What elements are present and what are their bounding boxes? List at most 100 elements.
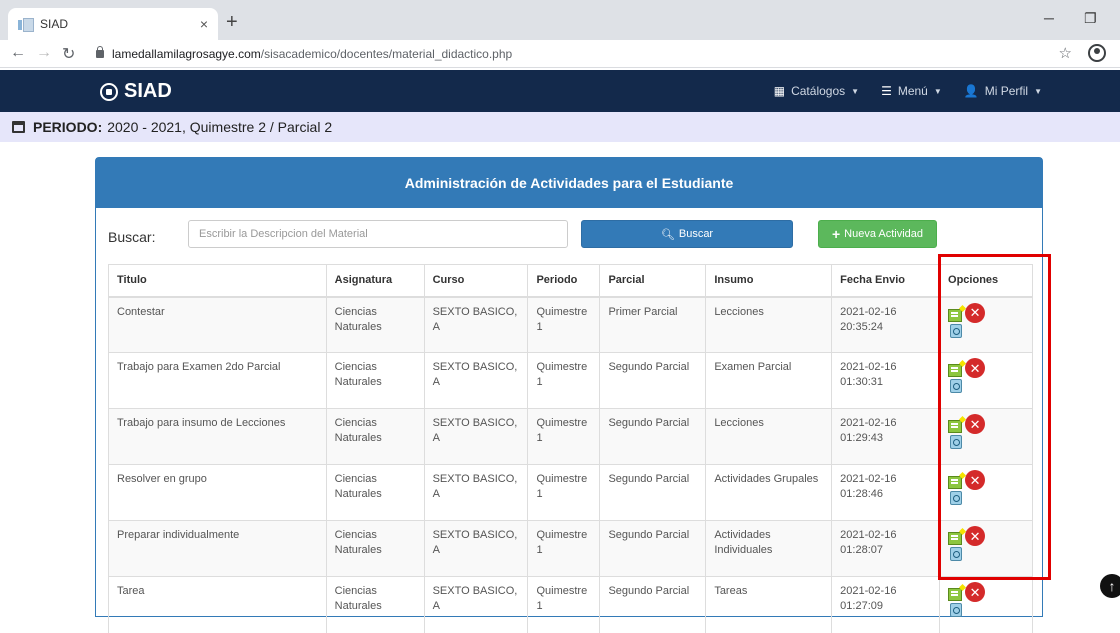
- profile-icon[interactable]: [1088, 44, 1106, 62]
- col-periodo[interactable]: Periodo: [527, 264, 600, 298]
- cell-insumo: Examen Parcial: [705, 352, 832, 409]
- cell-insumo: Tareas: [705, 576, 832, 633]
- period-label: PERIODO:: [33, 119, 103, 135]
- search-input[interactable]: [188, 220, 568, 248]
- cell-opciones: ✕: [939, 464, 1033, 521]
- menu-dropdown[interactable]: ☰ Menú ▼: [881, 84, 942, 98]
- cell-parcial: Primer Parcial: [599, 296, 706, 353]
- plus-icon: +: [831, 226, 841, 242]
- col-insumo[interactable]: Insumo: [705, 264, 832, 298]
- search-button[interactable]: 🔍︎ Buscar: [581, 220, 793, 248]
- edit-icon[interactable]: [948, 308, 963, 322]
- cell-periodo: Quimestre 1: [527, 296, 600, 353]
- delete-icon[interactable]: ✕: [965, 582, 986, 602]
- caret-down-icon: ▼: [933, 86, 942, 96]
- cell-periodo: Quimestre 1: [527, 408, 600, 465]
- brand-name: SIAD: [124, 80, 172, 102]
- cell-asignatura: Ciencias Naturales: [325, 520, 425, 577]
- cell-parcial: Segundo Parcial: [599, 464, 706, 521]
- cell-curso: SEXTO BASICO, A: [423, 296, 528, 353]
- col-fecha[interactable]: Fecha Envio: [831, 264, 940, 298]
- cell-insumo: Lecciones: [705, 296, 832, 353]
- scroll-top-icon[interactable]: ↑: [1100, 574, 1120, 598]
- search-row: Buscar: 🔍︎ Buscar + Nueva Actividad: [108, 220, 1028, 250]
- browser-tab[interactable]: SIAD ×: [8, 8, 218, 40]
- grid-icon: ▦: [773, 84, 786, 98]
- lock-icon: [96, 46, 104, 58]
- cell-parcial: Segundo Parcial: [599, 408, 706, 465]
- cell-fecha: 2021-02-16 01:30:31: [831, 352, 940, 409]
- col-asignatura[interactable]: Asignatura: [325, 264, 425, 298]
- tab-title: SIAD: [40, 17, 69, 31]
- edit-icon[interactable]: [948, 476, 963, 489]
- search-label: Buscar:: [108, 229, 156, 245]
- edit-icon[interactable]: [948, 588, 963, 601]
- list-icon: ☰: [881, 84, 892, 98]
- cell-parcial: Segundo Parcial: [599, 352, 706, 409]
- restore-icon[interactable]: ❐: [1084, 10, 1097, 27]
- reload-icon[interactable]: ↻: [62, 44, 75, 64]
- cell-fecha: 2021-02-16 01:27:09: [831, 576, 940, 633]
- delete-icon[interactable]: ✕: [965, 526, 986, 546]
- cell-curso: SEXTO BASICO, A: [423, 352, 528, 409]
- col-parcial[interactable]: Parcial: [599, 264, 706, 298]
- forward-icon[interactable]: →: [36, 44, 52, 62]
- cell-opciones: ✕: [939, 352, 1033, 409]
- cell-opciones: ✕: [939, 296, 1033, 353]
- cell-insumo: Actividades Grupales: [705, 464, 832, 521]
- catalogos-dropdown[interactable]: ▦ Catálogos ▼: [774, 84, 859, 98]
- cell-asignatura: Ciencias Naturales: [325, 464, 425, 521]
- minimize-icon[interactable]: ─: [1044, 10, 1054, 26]
- period-value: 2020 - 2021, Quimestre 2 / Parcial 2: [107, 119, 333, 135]
- cell-curso: SEXTO BASICO, A: [423, 576, 528, 633]
- table-row: Trabajo para insumo de Lecciones Ciencias…: [108, 408, 1033, 465]
- table-row: Resolver en grupo Ciencias Naturales SEXTO…: [108, 464, 1033, 521]
- address-bar: ← → ↻ lamedallamilagrosagye.com/sisacade…: [0, 40, 1120, 68]
- back-icon[interactable]: ←: [10, 44, 26, 62]
- view-icon[interactable]: [950, 379, 963, 393]
- cell-curso: SEXTO BASICO, A: [423, 464, 528, 521]
- activities-panel: Administración de Actividades para el Es…: [95, 157, 1043, 633]
- cell-titulo: Trabajo para insumo de Lecciones: [108, 408, 327, 465]
- delete-icon[interactable]: ✕: [965, 302, 986, 323]
- cell-opciones: ✕: [939, 520, 1033, 577]
- cell-titulo: Resolver en grupo: [108, 464, 327, 521]
- new-tab-button[interactable]: +: [226, 12, 238, 32]
- cell-titulo: Trabajo para Examen 2do Parcial: [108, 352, 327, 409]
- new-activity-button[interactable]: + Nueva Actividad: [818, 220, 937, 248]
- site-favicon-icon: [18, 18, 34, 32]
- edit-icon[interactable]: [948, 364, 963, 377]
- brand[interactable]: SIAD: [100, 80, 172, 103]
- period-bar: PERIODO: 2020 - 2021, Quimestre 2 / Parc…: [0, 112, 1120, 142]
- cell-asignatura: Ciencias Naturales: [325, 296, 425, 353]
- user-icon: 👤: [963, 84, 979, 98]
- new-activity-label: Nueva Actividad: [844, 228, 924, 240]
- table-header-row: Titulo Asignatura Curso Periodo Parcial …: [108, 264, 1033, 298]
- cell-opciones: ✕: [939, 408, 1033, 465]
- cell-parcial: Segundo Parcial: [599, 576, 706, 633]
- delete-icon[interactable]: ✕: [965, 414, 986, 434]
- search-icon: 🔍︎: [660, 228, 675, 241]
- col-opciones: Opciones: [939, 264, 1033, 298]
- delete-icon[interactable]: ✕: [965, 358, 986, 378]
- search-button-label: Buscar: [678, 228, 714, 240]
- view-icon[interactable]: [950, 435, 963, 449]
- perfil-label: Mi Perfil: [984, 84, 1029, 98]
- edit-icon[interactable]: [948, 420, 963, 433]
- table-row: Preparar individualmente Ciencias Natural…: [108, 520, 1033, 577]
- col-titulo[interactable]: Titulo: [108, 264, 327, 298]
- activities-table: Titulo Asignatura Curso Periodo Parcial …: [108, 264, 1033, 633]
- col-curso[interactable]: Curso: [423, 264, 528, 298]
- tab-close-icon[interactable]: ×: [200, 16, 208, 32]
- cell-curso: SEXTO BASICO, A: [423, 520, 528, 577]
- delete-icon[interactable]: ✕: [965, 470, 986, 490]
- view-icon[interactable]: [950, 603, 963, 617]
- view-icon[interactable]: [950, 323, 963, 338]
- url-field[interactable]: lamedallamilagrosagye.com/sisacademico/d…: [96, 44, 1046, 64]
- cell-fecha: 2021-02-16 20:35:24: [831, 296, 940, 353]
- profile-dropdown[interactable]: 👤 Mi Perfil ▼: [964, 84, 1042, 98]
- view-icon[interactable]: [950, 547, 963, 561]
- view-icon[interactable]: [950, 491, 963, 505]
- bookmark-star-icon[interactable]: ☆: [1059, 44, 1072, 62]
- edit-icon[interactable]: [948, 532, 963, 545]
